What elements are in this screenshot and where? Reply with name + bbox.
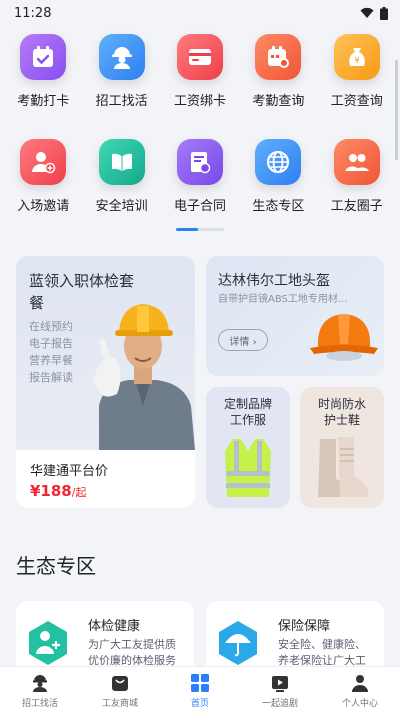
health-check-promo-card[interactable]: 蓝领入职体检套餐 在线预约 电子报告 营养早餐 报告解读 华建通平台价 ¥188… <box>16 256 195 508</box>
status-time: 11:28 <box>14 5 52 21</box>
menu-job-search[interactable]: 招工找活 <box>82 34 160 109</box>
promo-features: 在线预约 电子报告 营养早餐 报告解读 <box>29 320 73 384</box>
menu-entry-invite[interactable]: 入场邀请 <box>4 139 82 214</box>
menu-e-contract[interactable]: 电子合同 <box>161 139 239 214</box>
tab-profile[interactable]: 个人中心 <box>320 667 400 712</box>
home-tab-icon <box>191 673 209 692</box>
helmet-title: 达林伟尔工地头盔 <box>218 273 330 289</box>
user-add-icon <box>20 139 67 185</box>
wifi-icon <box>360 7 374 18</box>
scrollbar[interactable] <box>395 60 398 160</box>
rain-boots-promo-card[interactable]: 时尚防水 护士鞋 <box>300 387 384 508</box>
menu-worker-circle[interactable]: 工友圈子 <box>318 139 396 214</box>
status-bar: 11:28 <box>0 0 400 26</box>
tab-videos[interactable]: 一起追剧 <box>240 667 320 712</box>
promo-price-area: 华建通平台价 ¥188/起 <box>16 450 195 508</box>
helmet-detail-button[interactable]: 详情 › <box>218 329 268 351</box>
menu-attendance-query[interactable]: 考勤查询 <box>239 34 317 109</box>
book-icon <box>98 139 145 185</box>
menu-salary-query[interactable]: ¥ 工资查询 <box>318 34 396 109</box>
promo-section: 蓝领入职体检套餐 在线预约 电子报告 营养早餐 报告解读 华建通平台价 ¥188… <box>16 256 384 508</box>
health-icon <box>29 621 67 665</box>
rain-boots-image <box>318 437 368 497</box>
menu-safety-training[interactable]: 安全培训 <box>82 139 160 214</box>
worker-photo-illustration <box>93 304 195 450</box>
menu-eco-zone[interactable]: 生态专区 <box>239 139 317 214</box>
video-tab-icon <box>272 675 288 692</box>
page-indicator <box>0 228 400 231</box>
bottom-tab-bar: 招工找活 工友商城 首页 一起追剧 个人中心 <box>0 666 400 712</box>
safety-vest-image <box>225 439 271 497</box>
money-bag-icon: ¥ <box>333 34 380 80</box>
eco-section-title: 生态专区 <box>16 554 96 578</box>
menu-salary-card[interactable]: 工资绑卡 <box>161 34 239 109</box>
tab-job-search[interactable]: 招工找活 <box>0 667 80 712</box>
promo-price-unit: /起 <box>71 486 87 499</box>
battery-icon <box>380 6 388 20</box>
calendar-search-icon <box>255 34 302 80</box>
menu-attendance-clock[interactable]: 考勤打卡 <box>4 34 82 109</box>
worker-tab-icon <box>33 674 47 692</box>
shop-tab-icon <box>112 675 128 691</box>
quick-menu-row-1: 考勤打卡 招工找活 工资绑卡 考勤查询 ¥ 工资查询 <box>0 26 400 109</box>
contract-icon <box>176 139 223 185</box>
group-icon <box>333 139 380 185</box>
worker-icon <box>98 34 145 80</box>
page-indicator-thumb <box>176 228 198 231</box>
bank-card-icon <box>176 34 223 80</box>
svg-text:¥: ¥ <box>354 56 359 65</box>
globe-icon <box>255 139 302 185</box>
helmet-subtitle: 自带护目镜ABS工地专用材... <box>218 294 348 305</box>
profile-tab-icon <box>352 674 368 692</box>
helmet-promo-card[interactable]: 达林伟尔工地头盔 自带护目镜ABS工地专用材... 详情 › <box>206 256 384 376</box>
tab-shop[interactable]: 工友商城 <box>80 667 160 712</box>
tab-home[interactable]: 首页 <box>160 667 240 712</box>
work-uniform-promo-card[interactable]: 定制品牌 工作服 <box>206 387 290 508</box>
quick-menu-row-2: 入场邀请 安全培训 电子合同 生态专区 工友圈子 <box>0 109 400 214</box>
umbrella-icon <box>219 621 257 665</box>
safety-helmet-image <box>310 314 378 361</box>
calendar-check-icon <box>20 34 67 80</box>
promo-price: ¥188 <box>30 482 72 500</box>
